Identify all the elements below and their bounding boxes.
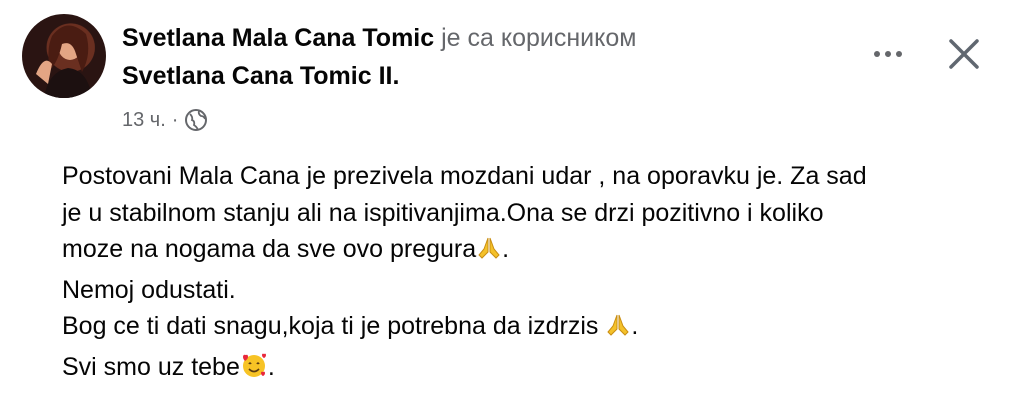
avatar[interactable] [22,14,106,98]
close-icon [949,39,979,69]
smiling-face-with-hearts-icon [240,351,268,390]
body-text-segment: . [267,352,275,381]
post-header: Svetlana Mala Cana Tomic је са кориснико… [122,22,636,54]
body-line: moze na nogama da sve ovo pregura. [62,231,1012,272]
more-options-button[interactable] [866,36,910,72]
profile-photo [36,25,92,98]
folded-hands-icon [476,235,502,272]
body-text-segment: . [502,235,510,263]
folded-hands-icon [605,312,631,349]
tagged-user-link[interactable]: Svetlana Cana Tomic II. [122,62,399,90]
with-text: је са корисником [441,24,637,52]
body-line: Svi smo uz tebe. [62,349,1012,390]
body-text-segment: Bog ce ti dati snagu,koja ti je potrebna… [62,312,606,340]
body-line: je u stabilnom stanju ali na ispitivanji… [62,198,824,227]
facebook-post: Svetlana Mala Cana Tomic је са кориснико… [0,0,1024,411]
post-body: Postovani Mala Cana je prezivela mozdani… [62,158,1012,389]
tagged-user-line: Svetlana Cana Tomic II. [122,60,399,92]
more-options-dot [896,51,902,57]
more-options-icon [874,51,880,57]
globe-icon[interactable] [184,108,208,132]
timestamp-link[interactable]: 13 ч. [122,106,166,134]
author-name-link[interactable]: Svetlana Mala Cana Tomic [122,24,434,52]
close-button[interactable] [944,34,984,74]
meta-separator: · [171,109,179,131]
more-options-dot [885,51,891,57]
body-line: Nemoj odustati. [62,275,236,304]
body-line: Postovani Mala Cana je prezivela mozdani… [62,162,867,190]
body-text-segment: Svi smo uz tebe [62,352,240,381]
body-line: Bog ce ti dati snagu,koja ti je potrebna… [62,308,1012,349]
post-meta: 13 ч. · [122,106,208,134]
body-text-segment: . [631,312,639,340]
body-text-segment: moze na nogama da sve ovo pregura [62,235,477,263]
